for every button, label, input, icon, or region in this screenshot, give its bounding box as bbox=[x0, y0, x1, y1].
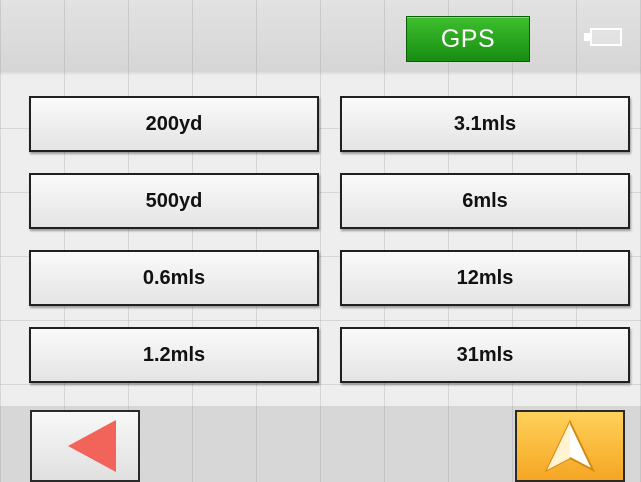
scale-option-31mls-button[interactable]: 31mls bbox=[340, 327, 630, 383]
scale-option-200yd-button[interactable]: 200yd bbox=[29, 96, 319, 152]
status-bar bbox=[0, 0, 641, 70]
scale-option-0.6mls-button[interactable]: 0.6mls bbox=[29, 250, 319, 306]
scale-option-3.1mls-button[interactable]: 3.1mls bbox=[340, 96, 630, 152]
back-button[interactable] bbox=[30, 410, 140, 482]
scale-option-6mls-button[interactable]: 6mls bbox=[340, 173, 630, 229]
battery-icon bbox=[584, 28, 624, 48]
navigation-arrow-icon bbox=[544, 419, 596, 473]
map-scale-screen: GPS 200yd 500yd 0.6mls 1.2mls 3.1mls 6ml… bbox=[0, 0, 641, 482]
scale-option-1.2mls-button[interactable]: 1.2mls bbox=[29, 327, 319, 383]
scale-option-500yd-button[interactable]: 500yd bbox=[29, 173, 319, 229]
status-bar-shadow bbox=[0, 70, 641, 76]
navigate-button[interactable] bbox=[515, 410, 625, 482]
back-arrow-icon bbox=[68, 420, 116, 472]
gps-status-badge[interactable]: GPS bbox=[406, 16, 530, 62]
scale-option-12mls-button[interactable]: 12mls bbox=[340, 250, 630, 306]
